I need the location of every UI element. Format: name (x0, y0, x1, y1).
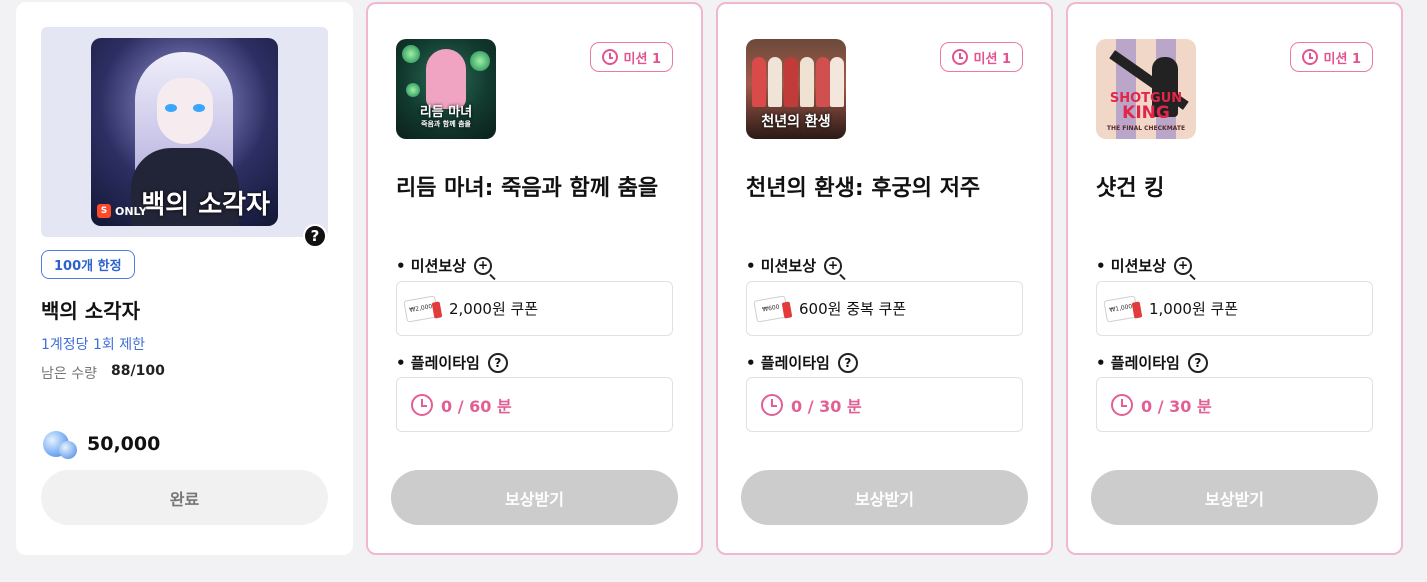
mission-badge: 미션 1 (1289, 42, 1373, 72)
mission-badge-label: 미션 1 (623, 51, 662, 67)
remaining-value: 88/100 (110, 363, 165, 379)
help-icon[interactable]: ? (303, 224, 327, 248)
coupon-icon: ₩600 (753, 294, 793, 324)
question-icon[interactable]: ? (1187, 352, 1208, 373)
price-row: 50,000 (41, 427, 160, 461)
question-icon[interactable]: ? (487, 352, 508, 373)
done-button[interactable]: 완료 (41, 470, 328, 525)
mission-card: SHOTGUN KING THE FINAL CHECKMATE 미션 1 샷건… (1066, 2, 1403, 555)
claim-reward-button[interactable]: 보상받기 (391, 470, 678, 525)
clock-icon (951, 49, 968, 65)
reward-text: 2,000원 쿠폰 (449, 300, 539, 318)
clock-icon (411, 393, 433, 416)
mission-badge: 미션 1 (589, 42, 673, 72)
question-icon[interactable]: ? (837, 352, 858, 373)
thumb-title: 리듬 마녀 (419, 105, 473, 120)
clock-icon (1111, 393, 1133, 416)
coupon-icon: ₩1,000 (1103, 294, 1143, 324)
clock-icon (601, 49, 618, 65)
per-account-limit: 1계정당 1회 제한 (41, 337, 145, 353)
reward-box: ₩1,000 1,000원 쿠폰 (1096, 281, 1373, 336)
playtime-value: 0 / 30 분 (791, 396, 862, 416)
mission-card: 리듬 마녀 죽음과 함께 춤을 미션 1 리듬 마녀: 죽음과 함께 춤을 • … (366, 2, 703, 555)
thumb-orb (406, 83, 420, 97)
reward-section-label: • 미션보상 + (1096, 255, 1193, 276)
mission-card: 천년의 환생 미션 1 천년의 환생: 후궁의 저주 • 미션보상 + ₩600… (716, 2, 1053, 555)
thumb-title: SHOTGUN KING (1096, 91, 1196, 123)
clock-icon (1301, 49, 1318, 65)
playtime-section-label: • 플레이타임 ? (746, 352, 858, 373)
playtime-section-label: • 플레이타임 ? (396, 352, 508, 373)
reward-label: • 미션보상 (396, 257, 467, 275)
thumb-character (426, 49, 466, 109)
remaining-label: 남은 수량 (41, 366, 97, 382)
playtime-box: 0 / 30 분 (746, 377, 1023, 432)
price-value: 50,000 (87, 433, 161, 455)
zoom-in-icon[interactable]: + (1174, 256, 1193, 275)
playtime-value: 0 / 30 분 (1141, 396, 1212, 416)
game-title: 샷건 킹 (1096, 176, 1165, 201)
playtime-label: • 플레이타임 (396, 354, 480, 372)
artwork-only-logo: S (97, 204, 111, 218)
thumb-orb (470, 51, 490, 71)
mission-badge-label: 미션 1 (1323, 51, 1362, 67)
zoom-in-icon[interactable]: + (824, 256, 843, 275)
playtime-box: 0 / 30 분 (1096, 377, 1373, 432)
thumb-title-line-2: KING (1122, 103, 1170, 123)
artwork-eye-left (165, 104, 177, 112)
claim-reward-button[interactable]: 보상받기 (1091, 470, 1378, 525)
reward-box: ₩2,000 2,000원 쿠폰 (396, 281, 673, 336)
remaining-quantity: 남은 수량 88/100 (41, 363, 165, 383)
reward-section-label: • 미션보상 + (746, 255, 843, 276)
claim-reward-button[interactable]: 보상받기 (741, 470, 1028, 525)
mission-badge-label: 미션 1 (973, 51, 1012, 67)
game-title: 천년의 환생: 후궁의 저주 (746, 176, 981, 201)
playtime-section-label: • 플레이타임 ? (1096, 352, 1208, 373)
coupon-icon: ₩2,000 (403, 294, 443, 324)
game-thumbnail[interactable]: SHOTGUN KING THE FINAL CHECKMATE (1096, 39, 1196, 139)
thumb-subtitle: 죽음과 함께 춤을 (421, 120, 471, 128)
reward-section-label: • 미션보상 + (396, 255, 493, 276)
thumb-orb (402, 45, 420, 63)
playtime-value: 0 / 60 분 (441, 396, 512, 416)
game-title: 리듬 마녀: 죽음과 함께 춤을 (396, 176, 659, 201)
reward-label: • 미션보상 (746, 257, 817, 275)
thumb-person (784, 57, 798, 107)
thumb-person (752, 57, 766, 107)
product-title: 백의 소각자 (41, 299, 140, 323)
game-thumbnail[interactable]: 리듬 마녀 죽음과 함께 춤을 (396, 39, 496, 139)
reward-text: 600원 중복 쿠폰 (799, 300, 907, 318)
clock-icon (761, 393, 783, 416)
limit-badge: 100개 한정 (41, 250, 135, 279)
reward-label: • 미션보상 (1096, 257, 1167, 275)
artwork-only-badge: S ONLY (97, 204, 147, 218)
game-thumbnail[interactable]: 천년의 환생 (746, 39, 846, 139)
thumb-person (768, 57, 782, 107)
thumb-person (830, 57, 844, 107)
gem-icon (41, 427, 79, 461)
thumb-person (800, 57, 814, 107)
playtime-box: 0 / 60 분 (396, 377, 673, 432)
playtime-label: • 플레이타임 (746, 354, 830, 372)
thumb-person (816, 57, 830, 107)
thumb-title: 천년의 환생 (761, 114, 831, 130)
zoom-in-icon[interactable]: + (474, 256, 493, 275)
artwork-title: 백의 소각자 (141, 190, 270, 220)
artwork-eye-right (193, 104, 205, 112)
artwork-character-face (157, 78, 213, 144)
reward-text: 1,000원 쿠폰 (1149, 300, 1239, 318)
thumb-subtitle: THE FINAL CHECKMATE (1106, 125, 1186, 132)
reward-box: ₩600 600원 중복 쿠폰 (746, 281, 1023, 336)
product-card: S ONLY 백의 소각자 ? 100개 한정 백의 소각자 1계정당 1회 제… (16, 2, 353, 555)
mission-badge: 미션 1 (939, 42, 1023, 72)
product-artwork[interactable]: S ONLY 백의 소각자 (91, 38, 278, 226)
playtime-label: • 플레이타임 (1096, 354, 1180, 372)
